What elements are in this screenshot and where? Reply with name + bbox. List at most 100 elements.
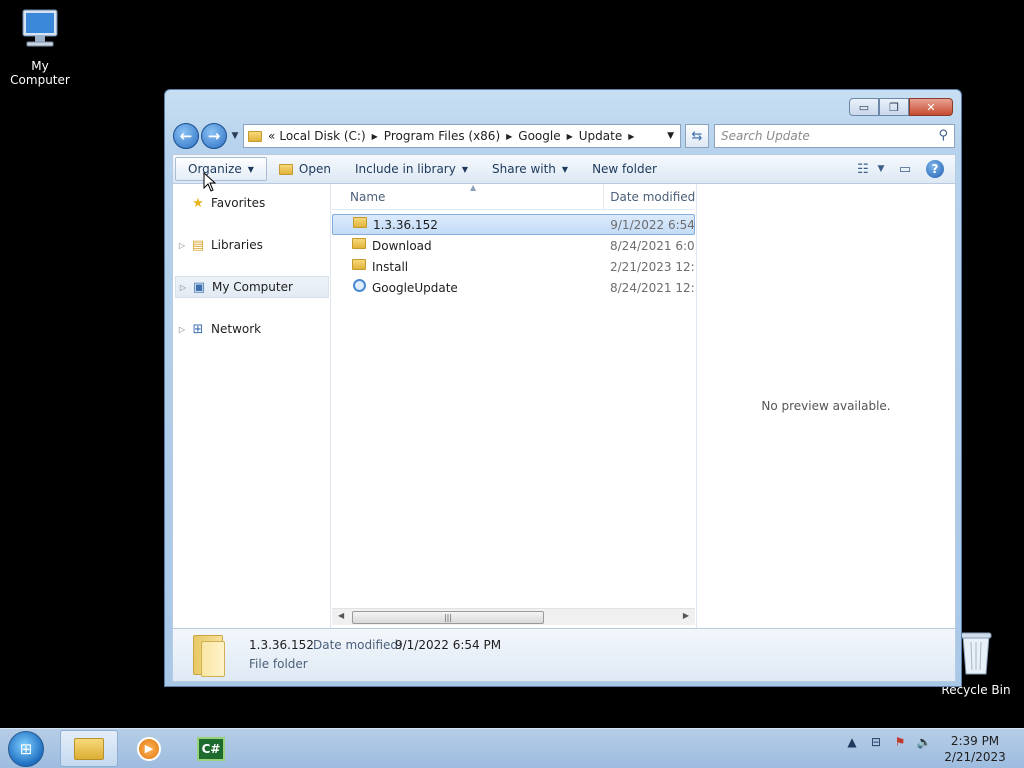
refresh-button[interactable]: ⇆	[685, 124, 709, 148]
open-button[interactable]: Open	[267, 157, 343, 181]
sort-ascending-icon: ▲	[470, 182, 477, 192]
help-icon: ?	[926, 160, 944, 178]
details-pane: 1.3.36.152 Date modified: 9/1/2022 6:54 …	[172, 628, 956, 682]
content-area: ★ Favorites ▷ ▤ Libraries ▷ ▣ My Compute…	[172, 182, 956, 628]
nav-item-label: Favorites	[211, 196, 266, 210]
more-views-dropdown[interactable]: ▼	[875, 158, 887, 180]
large-folder-icon	[193, 635, 227, 677]
file-row-install[interactable]: Install 2/21/2023 12:15	[332, 256, 695, 277]
details-type: File folder	[249, 657, 308, 671]
refresh-icon: ⇆	[691, 128, 703, 144]
libraries-icon: ▤	[191, 237, 205, 253]
breadcrumb-separator-icon[interactable]: ▶	[567, 132, 573, 141]
help-button[interactable]: ?	[923, 158, 947, 180]
expand-arrow-icon[interactable]: ▷	[175, 241, 189, 250]
expand-arrow-icon[interactable]: ▷	[175, 325, 189, 334]
expand-arrow-icon[interactable]: ▷	[176, 283, 190, 292]
nav-item-network[interactable]: ▷ ⊞ Network	[175, 318, 329, 340]
desktop-icon-my-computer[interactable]: My Computer	[0, 8, 80, 87]
breadcrumb-separator-icon[interactable]: ▶	[628, 132, 634, 141]
arrow-right-icon: →	[207, 127, 221, 145]
column-header-name[interactable]: ▲ Name	[332, 182, 605, 210]
share-with-button[interactable]: Share with ▼	[480, 157, 580, 181]
breadcrumb-program-files[interactable]: Program Files (x86)	[384, 129, 500, 143]
include-in-library-button[interactable]: Include in library ▼	[343, 157, 480, 181]
forward-button[interactable]: →	[201, 123, 227, 149]
system-tray: ▲ ⊟ ⚑ 🔈	[844, 735, 932, 749]
scroll-left-icon[interactable]: ◀	[338, 611, 344, 620]
horizontal-scrollbar[interactable]: ◀ ||| ▶	[332, 608, 695, 625]
file-name: Install	[372, 259, 409, 274]
file-list: ▲ Name Date modified 1.3.36.152 9/1/2022…	[332, 182, 695, 628]
clock-time: 2:39 PM	[950, 734, 1000, 748]
computer-icon	[22, 9, 58, 47]
scrollbar-thumb[interactable]: |||	[352, 611, 544, 624]
arrow-left-icon: ←	[179, 127, 193, 145]
breadcrumb-google[interactable]: Google	[518, 129, 560, 143]
view-controls: ☷ ▼ ▭ ?	[845, 158, 947, 180]
star-icon: ★	[192, 195, 204, 211]
nav-item-label: Libraries	[211, 238, 263, 252]
new-folder-label: New folder	[592, 162, 657, 176]
taskbar-explorer-button[interactable]	[60, 730, 118, 767]
application-icon	[350, 279, 368, 296]
details-modified-label: Date modified:	[313, 638, 403, 652]
window-controls: ▭ ❐ ✕	[849, 98, 953, 116]
no-preview-text: No preview available.	[761, 399, 891, 413]
column-header-date-modified[interactable]: Date modified	[604, 190, 695, 204]
breadcrumb-separator-icon[interactable]: ▶	[506, 132, 512, 141]
address-dropdown-icon[interactable]: ▼	[667, 131, 674, 141]
preview-pane-button[interactable]: ▭	[893, 158, 917, 180]
column-headers: ▲ Name Date modified	[332, 182, 695, 210]
scroll-right-icon[interactable]: ▶	[683, 611, 689, 620]
chevron-down-icon: ▼	[247, 164, 254, 174]
mouse-cursor-icon	[203, 172, 217, 192]
file-name: Download	[372, 238, 432, 253]
chevron-down-icon: ▼	[561, 164, 569, 174]
maximize-button[interactable]: ❐	[879, 98, 909, 116]
details-name: 1.3.36.152	[249, 638, 314, 652]
nav-item-label: Network	[211, 322, 262, 336]
back-button[interactable]: ←	[173, 123, 199, 149]
open-label: Open	[298, 162, 331, 176]
breadcrumb-local-disk[interactable]: Local Disk (C:)	[279, 129, 365, 143]
new-folder-button[interactable]: New folder	[580, 157, 669, 181]
search-box: ⚲	[714, 124, 955, 148]
network-tray-icon[interactable]: ⊟	[868, 735, 884, 749]
command-bar: Organize ▼ Open Include in library ▼ Sha…	[172, 154, 956, 184]
chevron-down-icon: ▼	[877, 164, 885, 174]
details-modified-value: 9/1/2022 6:54 PM	[395, 638, 502, 652]
search-icon[interactable]: ⚲	[938, 128, 948, 143]
volume-icon[interactable]: 🔈	[916, 735, 932, 749]
nav-item-my-computer[interactable]: ▷ ▣ My Computer	[175, 276, 329, 298]
taskbar: ⊞ ▶ C# ▲ ⊟ ⚑ 🔈 2:39 PM 2/21/2023	[0, 728, 1024, 768]
close-button[interactable]: ✕	[909, 98, 953, 116]
chevron-down-icon: ▼	[461, 164, 468, 174]
file-row-googleupdate[interactable]: GoogleUpdate 8/24/2021 12:13	[332, 277, 695, 298]
minimize-button[interactable]: ▭	[849, 98, 879, 116]
breadcrumb-update[interactable]: Update	[579, 129, 622, 143]
organize-button[interactable]: Organize ▼	[175, 157, 267, 181]
search-input[interactable]	[715, 125, 915, 147]
breadcrumb-separator-icon[interactable]: ▶	[372, 132, 378, 141]
taskbar-media-player-button[interactable]: ▶	[120, 730, 178, 767]
folder-icon	[350, 238, 368, 253]
chevron-down-icon: ▼	[231, 131, 239, 141]
breadcrumb-overflow[interactable]: «	[268, 129, 275, 143]
clock[interactable]: 2:39 PM 2/21/2023	[940, 733, 1010, 765]
taskbar-csharp-button[interactable]: C#	[182, 730, 240, 767]
file-row-download[interactable]: Download 8/24/2021 6:00 PM	[332, 235, 695, 256]
nav-item-favorites[interactable]: ★ Favorites	[175, 192, 329, 214]
recent-pages-dropdown[interactable]: ▼	[229, 131, 241, 141]
file-row-1-3-36-152[interactable]: 1.3.36.152 9/1/2022 6:54 PM	[332, 214, 695, 235]
navigation-pane: ★ Favorites ▷ ▤ Libraries ▷ ▣ My Compute…	[173, 184, 331, 628]
file-name: GoogleUpdate	[372, 280, 458, 295]
change-view-button[interactable]: ☷	[851, 158, 875, 180]
nav-item-label: My Computer	[212, 280, 293, 294]
start-button[interactable]: ⊞	[8, 731, 44, 767]
address-bar[interactable]: « Local Disk (C:) ▶ Program Files (x86) …	[243, 124, 681, 148]
nav-item-libraries[interactable]: ▷ ▤ Libraries	[175, 234, 329, 256]
explorer-icon	[74, 737, 104, 760]
show-hidden-icons-icon[interactable]: ▲	[844, 735, 860, 749]
action-center-icon[interactable]: ⚑	[892, 735, 908, 749]
